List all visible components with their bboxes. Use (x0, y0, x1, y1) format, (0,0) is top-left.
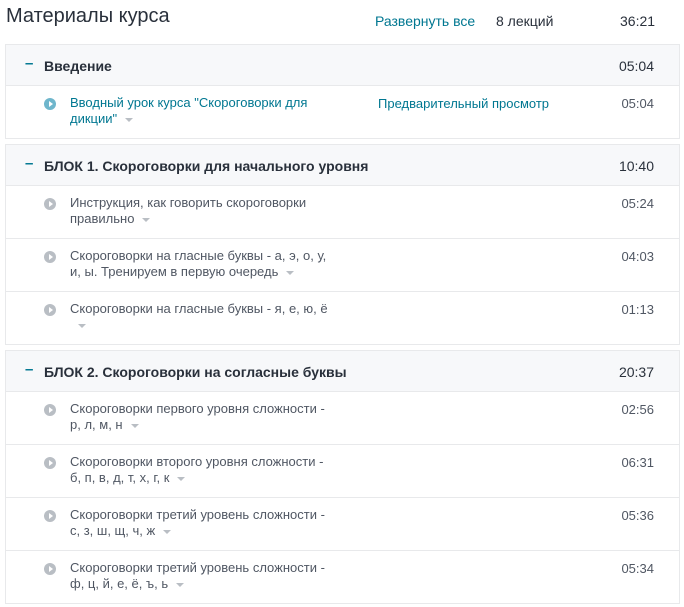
lecture-item: Скороговорки на гласные буквы - а, э, о,… (6, 239, 679, 292)
lecture-duration: 01:13 (621, 302, 654, 317)
section-title: БЛОК 1. Скороговорки для начального уров… (44, 158, 369, 174)
lecture-title: Скороговорки на гласные буквы - а, э, о,… (70, 248, 360, 280)
lectures-count: 8 лекций (496, 13, 554, 29)
lecture-item: Скороговорки второго уровня сложности - … (6, 445, 679, 498)
section-header[interactable]: – БЛОК 1. Скороговорки для начального ур… (6, 145, 679, 186)
lecture-title-line1[interactable]: Вводный урок курса "Скороговорки для (70, 95, 360, 111)
lecture-title-line2: с, з, ш, щ, ч, ж (70, 523, 156, 538)
lecture-item: Скороговорки первого уровня сложности - … (6, 392, 679, 445)
lecture-duration: 05:04 (621, 96, 654, 111)
lecture-item: Инструкция, как говорить скороговорки пр… (6, 186, 679, 239)
lecture-item: Скороговорки третий уровень сложности - … (6, 551, 679, 603)
chevron-down-icon[interactable] (125, 117, 134, 122)
play-icon[interactable] (44, 251, 56, 263)
chevron-down-icon[interactable] (286, 270, 295, 275)
lecture-duration: 05:24 (621, 196, 654, 211)
lecture-title-line1: Скороговорки на гласные буквы - а, э, о,… (70, 248, 327, 263)
lecture-title-line2: б, п, в, д, т, х, г, к (70, 470, 170, 485)
lecture-title: Скороговорки первого уровня сложности - … (70, 401, 360, 433)
play-icon[interactable] (44, 510, 56, 522)
section-header[interactable]: – БЛОК 2. Скороговорки на согласные букв… (6, 351, 679, 392)
lecture-title: Скороговорки третий уровень сложности - … (70, 507, 360, 539)
section-block-1: – БЛОК 1. Скороговорки для начального ур… (5, 144, 680, 345)
play-icon[interactable] (44, 98, 56, 110)
play-icon[interactable] (44, 304, 56, 316)
lecture-item: Вводный урок курса "Скороговорки для дик… (6, 86, 679, 138)
section-header[interactable]: – Введение 05:04 (6, 45, 679, 86)
lecture-title-line2: р, л, м, н (70, 417, 123, 432)
lecture-item: Скороговорки на гласные буквы - я, е, ю,… (6, 292, 679, 344)
lecture-duration: 06:31 (621, 455, 654, 470)
chevron-down-icon[interactable] (142, 217, 151, 222)
lecture-title: Скороговорки второго уровня сложности - … (70, 454, 360, 486)
section-introduction: – Введение 05:04 Вводный урок курса "Ско… (5, 44, 680, 139)
total-duration: 36:21 (620, 13, 656, 29)
section-title: Введение (44, 58, 112, 74)
curriculum-header: Материалы курса Развернуть все 8 лекций … (0, 0, 684, 44)
lecture-title-line1: Инструкция, как говорить скороговорки (70, 195, 307, 210)
lecture-item: Скороговорки третий уровень сложности - … (6, 498, 679, 551)
collapse-icon[interactable]: – (25, 361, 33, 378)
expand-all-button[interactable]: Развернуть все (375, 13, 475, 29)
section-duration: 10:40 (618, 158, 654, 174)
page-title: Материалы курса (6, 5, 170, 27)
chevron-down-icon[interactable] (163, 529, 172, 534)
play-icon[interactable] (44, 563, 56, 575)
chevron-down-icon[interactable] (176, 582, 185, 587)
lecture-title-line1: Скороговорки первого уровня сложности - (70, 401, 325, 416)
lecture-title: Инструкция, как говорить скороговорки пр… (70, 195, 360, 227)
chevron-down-icon[interactable] (177, 476, 186, 481)
lecture-duration: 02:56 (621, 402, 654, 417)
lecture-title-line1: Скороговорки на гласные буквы - я, е, ю,… (70, 301, 328, 316)
lecture-duration: 05:34 (621, 561, 654, 576)
lecture-title-link[interactable]: Вводный урок курса "Скороговорки для дик… (70, 95, 360, 127)
play-icon[interactable] (44, 457, 56, 469)
lecture-title: Скороговорки на гласные буквы - я, е, ю,… (70, 301, 360, 333)
section-title: БЛОК 2. Скороговорки на согласные буквы (44, 364, 347, 380)
section-block-2: – БЛОК 2. Скороговорки на согласные букв… (5, 350, 680, 604)
lecture-title-line1: Скороговорки второго уровня сложности - (70, 454, 324, 469)
lecture-duration: 05:36 (621, 508, 654, 523)
lecture-title-line2: и, ы. Тренируем в первую очередь (70, 264, 279, 279)
lecture-title-line2[interactable]: дикции" (70, 111, 117, 126)
lecture-title-line2: ф, ц, й, е, ё, ъ, ь (70, 576, 169, 591)
lecture-title-line1: Скороговорки третий уровень сложности - (70, 560, 325, 575)
preview-link[interactable]: Предварительный просмотр (378, 96, 549, 111)
collapse-icon[interactable]: – (25, 55, 33, 72)
section-duration: 20:37 (618, 364, 654, 380)
collapse-icon[interactable]: – (25, 155, 33, 172)
lecture-title-line2: правильно (70, 211, 135, 226)
lecture-duration: 04:03 (621, 249, 654, 264)
section-duration: 05:04 (618, 58, 654, 74)
lecture-title-line1: Скороговорки третий уровень сложности - (70, 507, 325, 522)
play-icon[interactable] (44, 198, 56, 210)
chevron-down-icon[interactable] (130, 423, 139, 428)
play-icon[interactable] (44, 404, 56, 416)
chevron-down-icon[interactable] (78, 323, 86, 328)
lecture-title: Скороговорки третий уровень сложности - … (70, 560, 360, 592)
